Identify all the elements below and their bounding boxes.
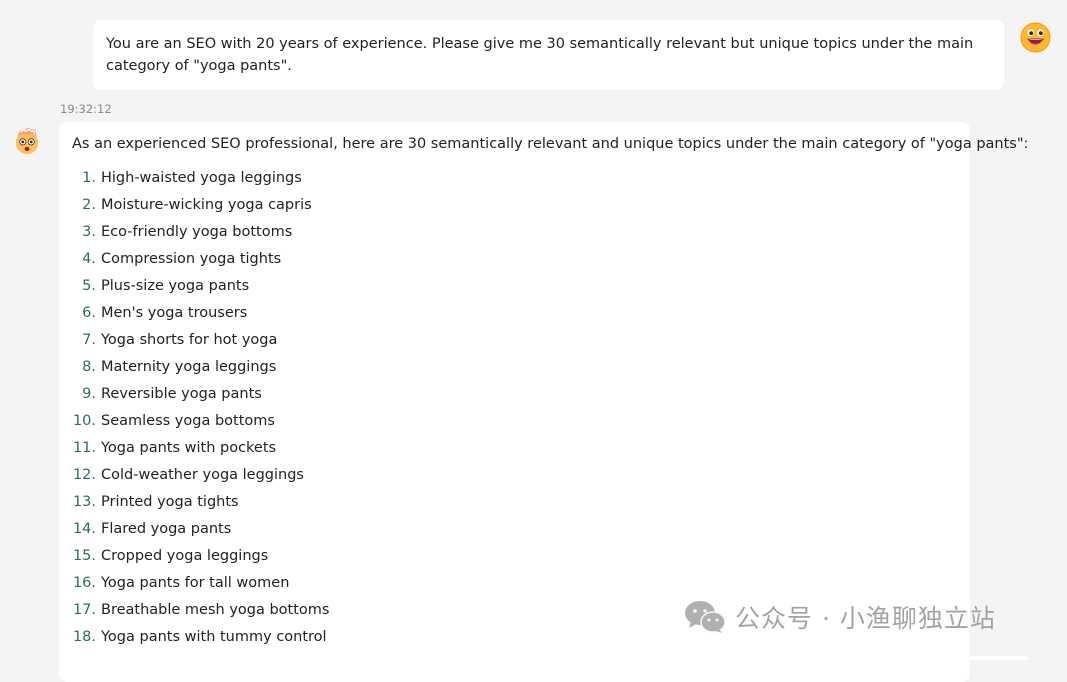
list-item-number: 13.	[72, 494, 96, 510]
list-item: 12. Cold-weather yoga leggings	[72, 462, 957, 489]
list-item: 11. Yoga pants with pockets	[72, 435, 957, 462]
list-item: 6. Men's yoga trousers	[72, 300, 957, 327]
list-item-number: 15.	[72, 548, 96, 564]
bot-message-intro: As an experienced SEO professional, here…	[72, 136, 1029, 152]
exploding-head-icon	[15, 128, 39, 155]
list-item-number: 8.	[82, 359, 96, 375]
list-item: 10. Seamless yoga bottoms	[72, 408, 957, 435]
list-item-number: 17.	[72, 602, 96, 618]
list-item: 3. Eco-friendly yoga bottoms	[72, 219, 957, 246]
list-item: 13. Printed yoga tights	[72, 489, 957, 516]
list-item-text: Flared yoga pants	[101, 521, 232, 537]
list-item-text: Reversible yoga pants	[101, 386, 262, 402]
topic-list: 1. High-waisted yoga leggings 2. Moisture-w…	[72, 165, 957, 651]
list-item-text: Breathable mesh yoga bottoms	[101, 602, 330, 618]
list-item-text: Yoga shorts for hot yoga	[101, 332, 278, 348]
list-item-text: Eco-friendly yoga bottoms	[101, 224, 293, 240]
list-item: 14. Flared yoga pants	[72, 516, 957, 543]
list-item-text: Plus-size yoga pants	[101, 278, 250, 294]
list-item-text: Yoga pants with tummy control	[101, 629, 327, 645]
list-item-text: Yoga pants for tall women	[101, 575, 290, 591]
next-message-edge	[928, 656, 1028, 660]
list-item-number: 12.	[72, 467, 96, 483]
user-message-row: You are an SEO with 20 years of experien…	[93, 20, 1004, 90]
list-item-number: 6.	[82, 305, 96, 321]
user-avatar[interactable]	[1020, 22, 1051, 53]
list-item-number: 18.	[72, 629, 96, 645]
message-timestamp: 19:32:12	[60, 102, 112, 116]
list-item-number: 7.	[82, 332, 96, 348]
list-item-number: 9.	[82, 386, 96, 402]
user-message-bubble[interactable]: You are an SEO with 20 years of experien…	[93, 20, 1004, 90]
list-item-number: 5.	[82, 278, 96, 294]
bot-avatar[interactable]	[12, 125, 42, 155]
list-item: 7. Yoga shorts for hot yoga	[72, 327, 957, 354]
list-item: 9. Reversible yoga pants	[72, 381, 957, 408]
list-item-text: Cropped yoga leggings	[101, 548, 269, 564]
list-item-text: Men's yoga trousers	[101, 305, 248, 321]
list-item: 8. Maternity yoga leggings	[72, 354, 957, 381]
list-item: 16. Yoga pants for tall women	[72, 570, 957, 597]
list-item: 4. Compression yoga tights	[72, 246, 957, 273]
list-item-number: 2.	[82, 197, 96, 213]
list-item-number: 14.	[72, 521, 96, 537]
list-item-text: Cold-weather yoga leggings	[101, 467, 304, 483]
list-item-number: 10.	[72, 413, 96, 429]
watermark: 公众号 · 小渔聊独立站	[683, 597, 996, 637]
list-item-text: High-waisted yoga leggings	[101, 170, 302, 186]
list-item: 1. High-waisted yoga leggings	[72, 165, 957, 192]
grinning-face-icon	[1020, 22, 1051, 53]
wechat-icon	[685, 601, 726, 633]
list-item-number: 3.	[82, 224, 96, 240]
list-item-number: 1.	[82, 170, 96, 186]
list-item: 2. Moisture-wicking yoga capris	[72, 192, 957, 219]
list-item-text: Printed yoga tights	[101, 494, 239, 510]
list-item-text: Seamless yoga bottoms	[101, 413, 275, 429]
user-message-text: You are an SEO with 20 years of experien…	[106, 36, 974, 74]
list-item-number: 16.	[72, 575, 96, 591]
list-item-text: Compression yoga tights	[101, 251, 282, 267]
list-item: 15. Cropped yoga leggings	[72, 543, 957, 570]
list-item: 5. Plus-size yoga pants	[72, 273, 957, 300]
list-item-text: Maternity yoga leggings	[101, 359, 277, 375]
list-item-text: Moisture-wicking yoga capris	[101, 197, 312, 213]
list-item-text: Yoga pants with pockets	[101, 440, 277, 456]
list-item-number: 4.	[82, 251, 96, 267]
watermark-text: 公众号 · 小渔聊独立站	[735, 604, 996, 633]
list-item-number: 11.	[72, 440, 96, 456]
